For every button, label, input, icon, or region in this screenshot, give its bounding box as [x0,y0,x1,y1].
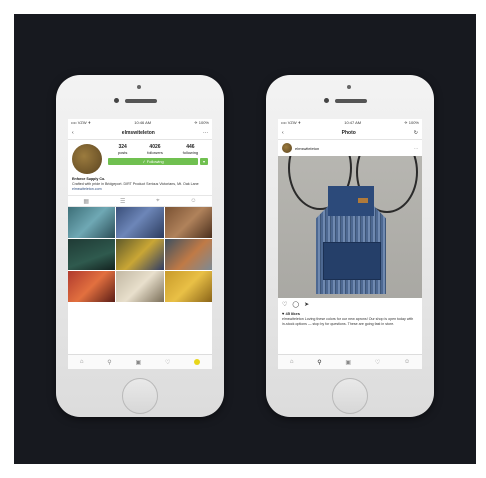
grid-photo[interactable] [116,271,164,302]
refresh-icon[interactable]: ↻ [414,130,418,136]
location-icon[interactable]: ⌖ [156,198,159,205]
post-caption: elmswiteleton Loving these colors for ou… [282,317,414,326]
home-icon[interactable]: ⌂ [290,359,294,365]
carrier-label: •••• VZW ✈ [71,120,92,125]
tagged-icon[interactable]: ☺ [190,198,196,204]
camera-icon[interactable]: ▣ [345,359,351,366]
bio-link[interactable]: elmswiteleton.com [72,187,102,191]
profile-bio: Enforce Supply Co. Crafted with pride in… [68,174,212,195]
grid-photo[interactable] [116,207,164,238]
profile-username-title: elmswiteleton [121,130,155,136]
stat-following[interactable]: 446 following [183,144,199,155]
bio-text: Crafted with pride in Bridgeport. DIRT P… [72,182,199,186]
grid-photo[interactable] [68,207,116,238]
post-actions: ♡ ◯ ➤ [278,298,422,311]
following-button[interactable]: ✓ Following [108,158,198,165]
sensor-dot [347,85,351,89]
camera-icon[interactable]: ▣ [135,359,141,366]
phone-profile: •••• VZW ✈ 10:46 AM ✈ 100% ‹ elmswitelet… [56,75,224,417]
grid-photo[interactable] [116,239,164,270]
heart-icon[interactable]: ♡ [375,359,380,366]
suggestions-dropdown-button[interactable]: ▾ [200,158,208,165]
earpiece-speaker [335,99,367,103]
status-bar: •••• VZW ✈ 10:46 AM ✈ 100% [68,119,212,127]
back-icon[interactable]: ‹ [72,130,74,136]
carrier-label: •••• VZW ✈ [281,120,302,125]
front-camera [114,98,119,103]
grid-photo[interactable] [68,239,116,270]
post-photo-apron[interactable] [278,156,422,298]
profile-stats: 324 posts 4026 followers 446 following ✓ Fo… [102,144,208,174]
phone-photo: •••• VZW ✈ 10:47 AM ✈ 100% ‹ Photo ↻ elm… [266,75,434,417]
apron-pocket [323,242,381,280]
earpiece-speaker [125,99,157,103]
back-icon[interactable]: ‹ [282,130,284,136]
profile-icon[interactable] [194,359,201,365]
battery-label: ✈ 100% [194,120,209,125]
status-bar: •••• VZW ✈ 10:47 AM ✈ 100% [278,119,422,127]
post-avatar[interactable] [282,143,292,153]
post-header: elmswiteleton ··· [278,140,422,156]
post-more-icon[interactable]: ··· [414,146,418,151]
list-icon[interactable]: ☰ [120,198,125,205]
profile-header: 324 posts 4026 followers 446 following ✓ Fo… [68,140,212,174]
profile-view-tabs: ▦ ☰ ⌖ ☺ [68,195,212,207]
battery-label: ✈ 100% [404,120,419,125]
clock: 10:46 AM [134,120,152,125]
photo-navbar: ‹ Photo ↻ [278,127,422,140]
grid-photo[interactable] [68,271,116,302]
photo-grid [68,207,212,302]
grid-photo[interactable] [164,207,212,238]
front-camera [324,98,329,103]
photo-screen: •••• VZW ✈ 10:47 AM ✈ 100% ‹ Photo ↻ elm… [278,119,422,369]
stat-followers[interactable]: 4026 followers [147,144,163,155]
sensor-dot [137,85,141,89]
home-button[interactable] [332,378,368,414]
grid-photo[interactable] [164,271,212,302]
bio-name: Enforce Supply Co. [72,177,106,181]
photo-title: Photo [341,130,356,136]
profile-avatar[interactable] [72,144,102,174]
profile-icon[interactable]: ☺ [404,359,410,365]
more-options-icon[interactable]: ··· [203,130,208,136]
profile-screen: •••• VZW ✈ 10:46 AM ✈ 100% ‹ elmswitelet… [68,119,212,369]
follow-controls: ✓ Following ▾ [108,158,208,165]
grid-icon[interactable]: ▦ [83,198,89,205]
clock: 10:47 AM [344,120,362,125]
home-icon[interactable]: ⌂ [80,359,84,365]
stat-posts[interactable]: 324 posts [118,144,128,155]
dark-backdrop: •••• VZW ✈ 10:46 AM ✈ 100% ‹ elmswitelet… [14,14,476,464]
grid-photo[interactable] [164,239,212,270]
home-button[interactable] [122,378,158,414]
bottom-tab-bar: ⌂ ⚲ ▣ ♡ [68,354,212,369]
comment-icon[interactable]: ◯ [292,301,299,308]
apron-leather-tag [358,198,368,203]
heart-icon[interactable]: ♡ [282,301,287,308]
post-username[interactable]: elmswiteleton [295,146,319,151]
search-icon[interactable]: ⚲ [317,359,321,366]
heart-icon[interactable]: ♡ [165,359,170,366]
send-icon[interactable]: ➤ [304,301,309,308]
search-icon[interactable]: ⚲ [107,359,111,366]
bottom-tab-bar: ⌂ ⚲ ▣ ♡ ☺ [278,354,422,369]
profile-navbar: ‹ elmswiteleton ··· [68,127,212,140]
